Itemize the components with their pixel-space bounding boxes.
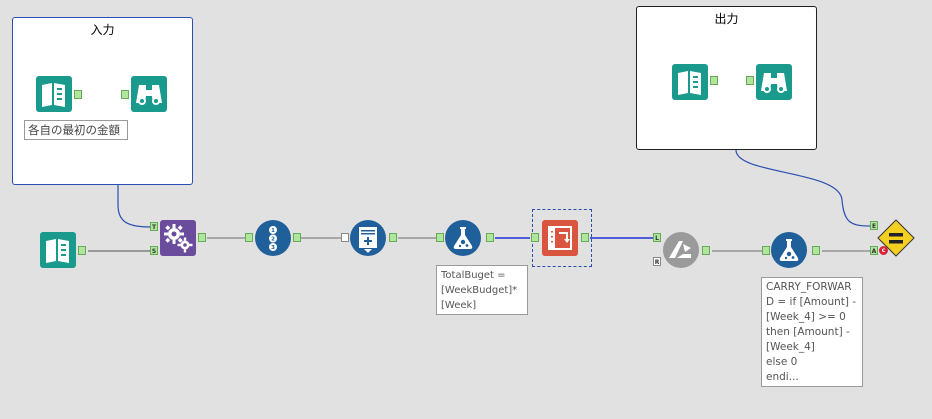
- join-tool[interactable]: [160, 220, 196, 256]
- append-input-anchor-l[interactable]: L: [653, 233, 661, 242]
- input-anchor[interactable]: [531, 233, 539, 242]
- output-anchor[interactable]: [710, 76, 718, 85]
- browse-tool[interactable]: [131, 76, 167, 112]
- browse-tool[interactable]: [756, 64, 792, 100]
- tool-annotation: 各自の最初の金額: [24, 120, 128, 140]
- output-anchor[interactable]: [74, 90, 82, 99]
- input-data-tool[interactable]: [672, 64, 708, 100]
- input-anchor[interactable]: [121, 90, 129, 99]
- append-fields-tool[interactable]: [663, 232, 699, 268]
- output-anchor[interactable]: [702, 246, 710, 255]
- input-anchor[interactable]: [762, 246, 770, 255]
- output-anchor[interactable]: [486, 233, 494, 242]
- svg-text:3: 3: [271, 245, 275, 251]
- output-anchor[interactable]: [198, 233, 206, 242]
- join-input-anchor-t[interactable]: T: [150, 222, 158, 231]
- formula-tool[interactable]: [771, 232, 807, 268]
- tool-annotation: TotalBuget = [WeekBudget]* [Week]: [436, 265, 528, 315]
- workflow-canvas[interactable]: 入力 出力 各自の最初の金額 T S 1 2 3 TotalBuget = [W…: [0, 0, 932, 419]
- container-title: 出力: [714, 12, 739, 26]
- input-data-tool[interactable]: [40, 232, 76, 268]
- formula-tool[interactable]: [445, 220, 481, 256]
- test-tool[interactable]: [877, 219, 915, 257]
- tool-annotation: CARRY_FORWAR D = if [Amount] - [Week_4] …: [761, 277, 863, 387]
- output-anchor[interactable]: [389, 233, 397, 242]
- container-title: 入力: [90, 23, 115, 37]
- output-anchor[interactable]: [293, 233, 301, 242]
- record-id-tool[interactable]: 1 2 3: [255, 220, 291, 256]
- svg-text:1: 1: [271, 228, 275, 234]
- output-anchor[interactable]: [78, 246, 86, 255]
- cross-tab-tool[interactable]: [542, 220, 578, 256]
- output-anchor[interactable]: [812, 246, 820, 255]
- output-anchor[interactable]: [581, 233, 589, 242]
- generate-rows-tool[interactable]: [350, 220, 386, 256]
- input-anchor[interactable]: [245, 233, 253, 242]
- input-data-tool[interactable]: [36, 76, 72, 112]
- append-input-anchor-r[interactable]: R: [653, 257, 661, 266]
- svg-text:2: 2: [271, 237, 275, 243]
- input-anchor[interactable]: [436, 233, 444, 242]
- input-anchor[interactable]: [341, 233, 349, 242]
- join-input-anchor-s[interactable]: S: [150, 246, 158, 255]
- input-anchor[interactable]: [746, 76, 754, 85]
